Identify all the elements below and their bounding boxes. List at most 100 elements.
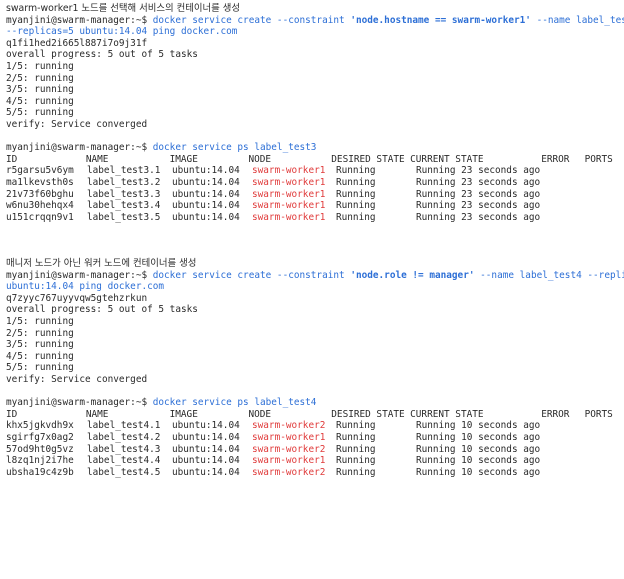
task-image: ubuntu:14.04 bbox=[172, 176, 240, 188]
task-id: ubsha19c4z9b bbox=[6, 466, 74, 478]
table-row: sgirfg7x0ag2 label_test4.2 ubuntu:14.04 … bbox=[6, 432, 624, 444]
table-row: khx5jgkvdh9x label_test4.1 ubuntu:14.04 … bbox=[6, 420, 624, 432]
table-row: ma1lkevsth0s label_test3.2 ubuntu:14.04 … bbox=[6, 177, 624, 189]
task-current-state: Running 10 seconds ago bbox=[416, 455, 541, 467]
verify-text: verify: Service converged bbox=[6, 118, 148, 130]
task-desired-state: Running bbox=[336, 420, 376, 432]
task-status: 1/5: running bbox=[6, 60, 74, 72]
task-id: l8zq1nj2i7he bbox=[6, 455, 74, 467]
header-current-state: CURRENT STATE bbox=[410, 153, 484, 165]
task-node: swarm-worker1 bbox=[252, 200, 326, 212]
header-id: ID bbox=[6, 408, 18, 420]
command-text: docker service create --constraint bbox=[152, 269, 351, 281]
task-status: 3/5: running bbox=[6, 339, 74, 351]
header-error: ERROR bbox=[541, 153, 570, 165]
task-current-state: Running 23 seconds ago bbox=[416, 165, 541, 177]
table-row: 21v73f60bghu label_test3.3 ubuntu:14.04 … bbox=[6, 189, 624, 201]
task-desired-state: Running bbox=[336, 188, 376, 200]
table-header: ID NAME IMAGE NODE DESIRED STATE CURRENT… bbox=[6, 154, 624, 166]
task-current-state: Running 10 seconds ago bbox=[416, 443, 541, 455]
task-desired-state: Running bbox=[336, 443, 376, 455]
task-id: 57od9ht0g5vz bbox=[6, 443, 74, 455]
task-node: swarm-worker1 bbox=[252, 211, 326, 223]
task-node: swarm-worker1 bbox=[252, 165, 326, 177]
task-status: 3/5: running bbox=[6, 84, 74, 96]
task-image: ubuntu:14.04 bbox=[172, 443, 240, 455]
task-status: 5/5: running bbox=[6, 362, 74, 374]
table-header: ID NAME IMAGE NODE DESIRED STATE CURRENT… bbox=[6, 409, 624, 421]
task-current-state: Running 10 seconds ago bbox=[416, 431, 541, 443]
task-id: 21v73f60bghu bbox=[6, 188, 74, 200]
task-id: khx5jgkvdh9x bbox=[6, 420, 74, 432]
task-node: swarm-worker1 bbox=[252, 188, 326, 200]
task-node: swarm-worker2 bbox=[252, 466, 326, 478]
task-node: swarm-worker1 bbox=[252, 176, 326, 188]
task-image: ubuntu:14.04 bbox=[172, 188, 240, 200]
table-row: l8zq1nj2i7he label_test4.4 ubuntu:14.04 … bbox=[6, 455, 624, 467]
shell-prompt: myanjini@swarm-manager:~$ bbox=[6, 14, 153, 26]
task-image: ubuntu:14.04 bbox=[172, 200, 240, 212]
command-text: --name label_test3 bbox=[536, 14, 624, 26]
task-image: ubuntu:14.04 bbox=[172, 165, 240, 177]
progress-text: overall progress: 5 out of 5 tasks bbox=[6, 304, 198, 316]
header-current-state: CURRENT STATE bbox=[410, 408, 484, 420]
task-name: label_test3.2 bbox=[87, 176, 161, 188]
header-image: IMAGE bbox=[169, 153, 198, 165]
header-image: IMAGE bbox=[169, 408, 198, 420]
task-current-state: Running 23 seconds ago bbox=[416, 211, 541, 223]
table-row: u151crqqn9v1 label_test3.5 ubuntu:14.04 … bbox=[6, 212, 624, 224]
task-id: u151crqqn9v1 bbox=[6, 211, 74, 223]
task-desired-state: Running bbox=[336, 176, 376, 188]
task-current-state: Running 10 seconds ago bbox=[416, 466, 541, 478]
task-current-state: Running 23 seconds ago bbox=[416, 176, 541, 188]
section-heading: 매니저 노드가 아닌 워커 노드에 컨테이너를 생성 bbox=[6, 258, 197, 270]
command-continuation: --replicas=5 ubuntu:14.04 ping docker.co… bbox=[6, 26, 238, 38]
command-constraint: 'node.role != manager' bbox=[350, 269, 475, 281]
verify-text: verify: Service converged bbox=[6, 374, 148, 385]
header-name: NAME bbox=[85, 153, 109, 165]
header-ports: PORTS bbox=[584, 408, 613, 420]
shell-prompt: myanjini@swarm-manager:~$ bbox=[6, 269, 153, 281]
progress-text: overall progress: 5 out of 5 tasks bbox=[6, 49, 198, 61]
task-name: label_test4.1 bbox=[87, 420, 161, 432]
task-status: 4/5: running bbox=[6, 95, 74, 107]
header-desired-state: DESIRED STATE bbox=[331, 408, 405, 420]
command-line: myanjini@swarm-manager:~$ docker service… bbox=[6, 397, 624, 409]
task-image: ubuntu:14.04 bbox=[172, 466, 240, 478]
task-name: label_test4.2 bbox=[87, 431, 161, 443]
table-row: w6nu30hehqx4 label_test3.4 ubuntu:14.04 … bbox=[6, 200, 624, 212]
command-text: docker service create --constraint bbox=[152, 14, 351, 26]
terminal-output: swarm-worker1 노드를 선택해 서비스의 컨테이너를 생성 myan… bbox=[0, 0, 624, 579]
shell-prompt: myanjini@swarm-manager:~$ bbox=[6, 397, 153, 409]
task-desired-state: Running bbox=[336, 211, 376, 223]
task-status: 2/5: running bbox=[6, 327, 74, 339]
task-image: ubuntu:14.04 bbox=[172, 455, 240, 467]
header-error: ERROR bbox=[541, 408, 570, 420]
task-node: swarm-worker2 bbox=[252, 443, 326, 455]
command-line: myanjini@swarm-manager:~$ docker service… bbox=[6, 270, 624, 282]
task-current-state: Running 23 seconds ago bbox=[416, 200, 541, 212]
task-node: swarm-worker1 bbox=[252, 455, 326, 467]
header-node: NODE bbox=[248, 408, 272, 420]
task-current-state: Running 23 seconds ago bbox=[416, 188, 541, 200]
task-id: w6nu30hehqx4 bbox=[6, 200, 74, 212]
task-name: label_test3.3 bbox=[87, 188, 161, 200]
task-desired-state: Running bbox=[336, 466, 376, 478]
task-name: label_test4.3 bbox=[87, 443, 161, 455]
header-ports: PORTS bbox=[584, 153, 613, 165]
command-text: docker service ps label_test4 bbox=[152, 397, 317, 409]
service-id: q1fi1hed2i665l887i7o9j31f bbox=[6, 37, 148, 49]
section-heading: swarm-worker1 노드를 선택해 서비스의 컨테이너를 생성 bbox=[6, 3, 240, 14]
task-image: ubuntu:14.04 bbox=[172, 431, 240, 443]
header-desired-state: DESIRED STATE bbox=[331, 153, 405, 165]
task-status: 1/5: running bbox=[6, 316, 74, 328]
task-desired-state: Running bbox=[336, 455, 376, 467]
command-line: myanjini@swarm-manager:~$ docker service… bbox=[6, 142, 624, 154]
task-id: r5garsu5v6ym bbox=[6, 165, 74, 177]
command-text: docker service ps label_test3 bbox=[152, 142, 317, 154]
task-image: ubuntu:14.04 bbox=[172, 211, 240, 223]
task-name: label_test3.4 bbox=[87, 200, 161, 212]
header-name: NAME bbox=[85, 408, 109, 420]
task-node: swarm-worker2 bbox=[252, 420, 326, 432]
task-status: 2/5: running bbox=[6, 72, 74, 84]
